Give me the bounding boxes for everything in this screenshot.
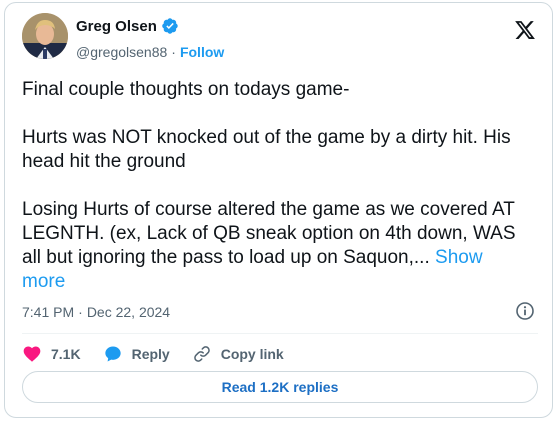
author-name-row: Greg Olsen bbox=[76, 16, 179, 36]
divider bbox=[22, 333, 538, 334]
follow-button[interactable]: Follow bbox=[180, 44, 224, 60]
separator-dot: · bbox=[171, 44, 176, 60]
reply-label: Reply bbox=[131, 346, 170, 362]
reply-button[interactable]: Reply bbox=[103, 344, 170, 364]
author-handle-row: @gregolsen88 · Follow bbox=[76, 43, 224, 61]
tweet-time: 7:41 PM bbox=[22, 304, 75, 320]
like-button[interactable]: 7.1K bbox=[22, 344, 81, 364]
tweet-card: Greg Olsen @gregolsen88 · Follow Final c… bbox=[4, 2, 553, 418]
action-bar: 7.1K Reply Copy link bbox=[22, 343, 306, 365]
author-handle[interactable]: @gregolsen88 bbox=[76, 44, 167, 60]
author-name[interactable]: Greg Olsen bbox=[76, 18, 157, 35]
verified-badge-icon bbox=[161, 17, 179, 35]
link-icon bbox=[192, 344, 212, 364]
copy-link-button[interactable]: Copy link bbox=[192, 344, 284, 364]
info-icon[interactable] bbox=[515, 301, 535, 321]
heart-icon bbox=[22, 344, 42, 364]
copy-link-label: Copy link bbox=[220, 346, 284, 362]
tweet-timestamp[interactable]: 7:41 PM · Dec 22, 2024 bbox=[22, 303, 170, 321]
avatar[interactable] bbox=[22, 13, 68, 59]
speech-bubble-icon bbox=[103, 344, 123, 364]
tweet-text: Final couple thoughts on todays game- Hu… bbox=[22, 78, 522, 294]
tweet-body: Final couple thoughts on todays game- Hu… bbox=[22, 79, 516, 268]
x-logo-icon[interactable] bbox=[513, 19, 537, 41]
like-count: 7.1K bbox=[51, 346, 81, 362]
read-replies-button[interactable]: Read 1.2K replies bbox=[22, 371, 538, 403]
separator-dot: · bbox=[78, 304, 83, 320]
tweet-date: Dec 22, 2024 bbox=[86, 304, 171, 320]
